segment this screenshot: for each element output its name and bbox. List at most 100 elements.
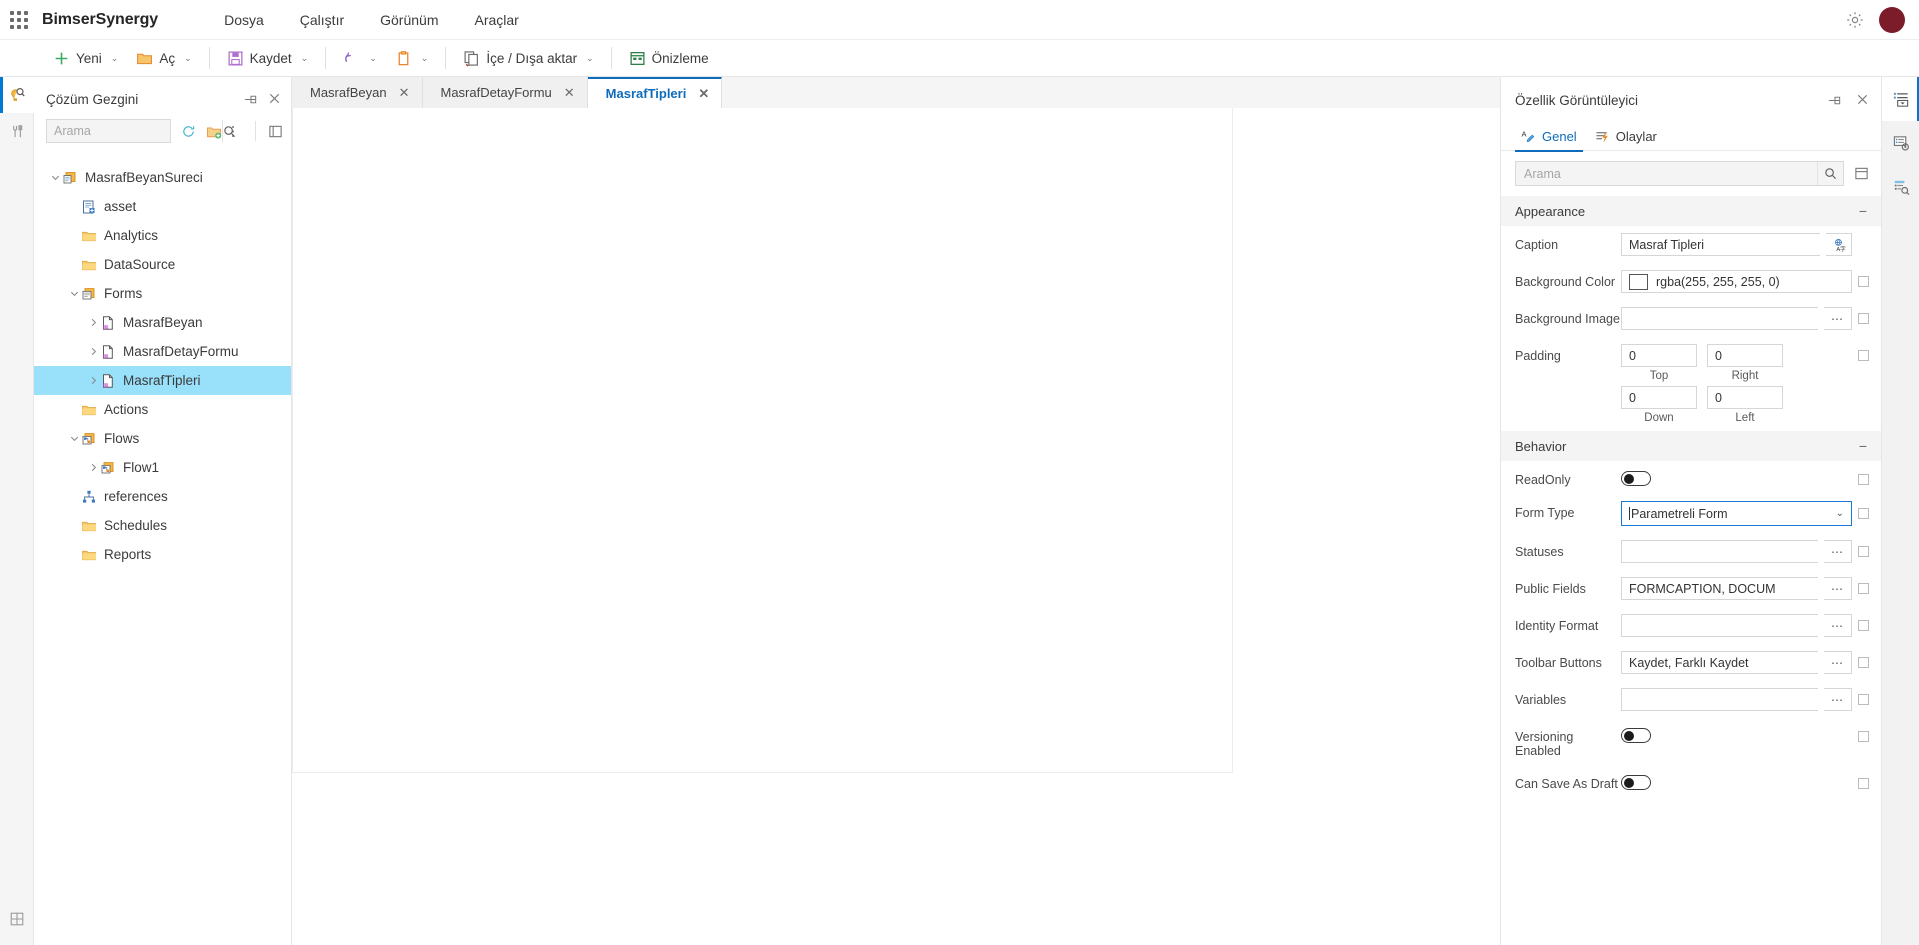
tab-masrafdetayformu[interactable]: MasrafDetayFormu ✕ — [422, 77, 588, 108]
property-bind-checkbox[interactable] — [1858, 620, 1869, 631]
statuses-ellipsis-button[interactable]: ⋯ — [1824, 540, 1852, 563]
property-bind-checkbox[interactable] — [1858, 508, 1869, 519]
chevron-right-icon[interactable] — [86, 374, 100, 388]
add-folder-icon[interactable] — [206, 124, 222, 139]
property-bind-checkbox[interactable] — [1858, 276, 1869, 287]
public-fields-ellipsis-button[interactable]: ⋯ — [1824, 577, 1852, 600]
padding-down-input[interactable]: 0 — [1621, 386, 1697, 409]
extensions-rail-icon[interactable] — [0, 901, 34, 937]
background-image-input[interactable] — [1621, 307, 1818, 330]
close-icon[interactable]: ✕ — [399, 86, 410, 99]
property-group-appearance[interactable]: Appearance − — [1501, 196, 1881, 226]
chevron-right-icon[interactable] — [86, 316, 100, 330]
property-viewer-rail-icon[interactable] — [1882, 77, 1919, 121]
import-export-button[interactable]: İçe / Dışa aktar ⌄ — [454, 44, 602, 72]
tree-item-masrafdetayformu[interactable]: ERF MasrafDetayFormu — [34, 337, 291, 366]
preview-button[interactable]: Önizleme — [620, 44, 718, 72]
public-fields-input[interactable]: FORMCAPTION, DOCUM — [1621, 577, 1818, 600]
chevron-down-icon[interactable] — [67, 432, 81, 446]
close-icon[interactable]: ✕ — [564, 86, 575, 99]
settings-list-rail-icon[interactable] — [1882, 121, 1919, 165]
pin-icon[interactable] — [243, 92, 258, 107]
user-avatar[interactable] — [1879, 6, 1905, 33]
tree-item-flow1[interactable]: Flow1 — [34, 453, 291, 482]
property-bind-checkbox[interactable] — [1858, 694, 1869, 705]
menu-dosya[interactable]: Dosya — [206, 0, 282, 40]
search-input-wrapper[interactable] — [46, 119, 236, 143]
more-options-icon[interactable] — [231, 124, 243, 139]
tree-item-references[interactable]: references — [34, 482, 291, 511]
chevron-down-icon[interactable]: ⌄ — [421, 53, 429, 64]
tree-item-masrafbeyansureci[interactable]: MasrafBeyanSureci — [34, 163, 291, 192]
close-icon[interactable] — [1856, 93, 1871, 108]
form-type-dropdown[interactable]: Parametreli Form ⌄ — [1621, 501, 1852, 526]
save-button[interactable]: Kaydet ⌄ — [218, 44, 318, 72]
can-save-as-draft-toggle[interactable] — [1621, 775, 1651, 790]
padding-right-input[interactable]: 0 — [1707, 344, 1783, 367]
property-groups-scroll[interactable]: Appearance − Caption Masraf Tipleri A字 Backgr… — [1501, 196, 1881, 945]
tree-item-datasource[interactable]: DataSource — [34, 250, 291, 279]
tree-item-actions[interactable]: Actions — [34, 395, 291, 424]
tab-olaylar[interactable]: Olaylar — [1589, 123, 1663, 151]
property-bind-checkbox[interactable] — [1858, 657, 1869, 668]
new-button[interactable]: Yeni ⌄ — [44, 44, 127, 72]
refresh-icon[interactable] — [181, 124, 196, 139]
collapse-icon[interactable]: − — [1859, 204, 1867, 218]
tree-item-analytics[interactable]: Analytics — [34, 221, 291, 250]
tools-rail-icon[interactable] — [0, 113, 34, 149]
caption-input[interactable]: Masraf Tipleri — [1621, 233, 1820, 256]
chevron-down-icon[interactable] — [67, 287, 81, 301]
chevron-down-icon[interactable]: ⌄ — [184, 53, 192, 64]
chevron-down-icon[interactable]: ⌄ — [1836, 508, 1844, 519]
readonly-toggle[interactable] — [1621, 471, 1651, 486]
tab-genel[interactable]: A Genel — [1515, 123, 1583, 152]
tree-item-asset[interactable]: asset — [34, 192, 291, 221]
menu-araclar[interactable]: Araçlar — [456, 0, 536, 40]
padding-top-input[interactable]: 0 — [1621, 344, 1697, 367]
close-icon[interactable] — [268, 92, 283, 107]
color-swatch[interactable] — [1629, 273, 1648, 290]
chevron-down-icon[interactable]: ⌄ — [369, 53, 377, 64]
paste-button[interactable]: ⌄ — [386, 44, 438, 72]
tree-item-schedules[interactable]: Schedules — [34, 511, 291, 540]
close-icon[interactable]: ✕ — [698, 87, 709, 100]
property-bind-checkbox[interactable] — [1858, 731, 1869, 742]
property-bind-checkbox[interactable] — [1858, 474, 1869, 485]
menu-gorunum[interactable]: Görünüm — [362, 0, 456, 40]
tree-item-masrafbeyan[interactable]: ERF MasrafBeyan — [34, 308, 291, 337]
property-bind-checkbox[interactable] — [1858, 778, 1869, 789]
collapse-all-icon[interactable] — [1854, 166, 1869, 181]
solution-explorer-rail-icon[interactable] — [0, 77, 34, 113]
pin-icon[interactable] — [1827, 93, 1842, 108]
chevron-down-icon[interactable]: ⌄ — [586, 53, 594, 64]
collapse-all-icon[interactable] — [268, 124, 283, 139]
property-bind-checkbox[interactable] — [1858, 583, 1869, 594]
property-search-input[interactable] — [1516, 166, 1817, 181]
toolbar-buttons-input[interactable]: Kaydet, Farklı Kaydet — [1621, 651, 1818, 674]
chevron-right-icon[interactable] — [86, 461, 100, 475]
chevron-down-icon[interactable]: ⌄ — [301, 53, 309, 64]
property-bind-checkbox[interactable] — [1858, 313, 1869, 324]
tree-item-forms[interactable]: Forms — [34, 279, 291, 308]
property-bind-checkbox[interactable] — [1858, 546, 1869, 557]
property-search-wrapper[interactable] — [1515, 161, 1844, 186]
identity-format-ellipsis-button[interactable]: ⋯ — [1824, 614, 1852, 637]
variables-input[interactable] — [1621, 688, 1818, 711]
translate-icon[interactable]: A字 — [1826, 233, 1852, 256]
background-image-ellipsis-button[interactable]: ⋯ — [1824, 307, 1852, 330]
padding-left-input[interactable]: 0 — [1707, 386, 1783, 409]
statuses-input[interactable] — [1621, 540, 1818, 563]
collapse-icon[interactable]: − — [1859, 439, 1867, 453]
versioning-enabled-toggle[interactable] — [1621, 728, 1651, 743]
form-design-canvas[interactable] — [292, 108, 1233, 773]
tab-masraftipleri[interactable]: MasrafTipleri ✕ — [587, 77, 723, 108]
app-grid-icon[interactable] — [8, 9, 30, 31]
toolbar-buttons-ellipsis-button[interactable]: ⋯ — [1824, 651, 1852, 674]
undo-button[interactable]: ⌄ — [334, 44, 386, 72]
property-bind-checkbox[interactable] — [1858, 350, 1869, 361]
inspector-rail-icon[interactable] — [1882, 165, 1919, 209]
tree-item-masraftipleri[interactable]: ERF MasrafTipleri — [34, 366, 291, 395]
identity-format-input[interactable] — [1621, 614, 1818, 637]
property-group-behavior[interactable]: Behavior − — [1501, 431, 1881, 461]
tab-masrafbeyan[interactable]: MasrafBeyan ✕ — [292, 77, 423, 108]
